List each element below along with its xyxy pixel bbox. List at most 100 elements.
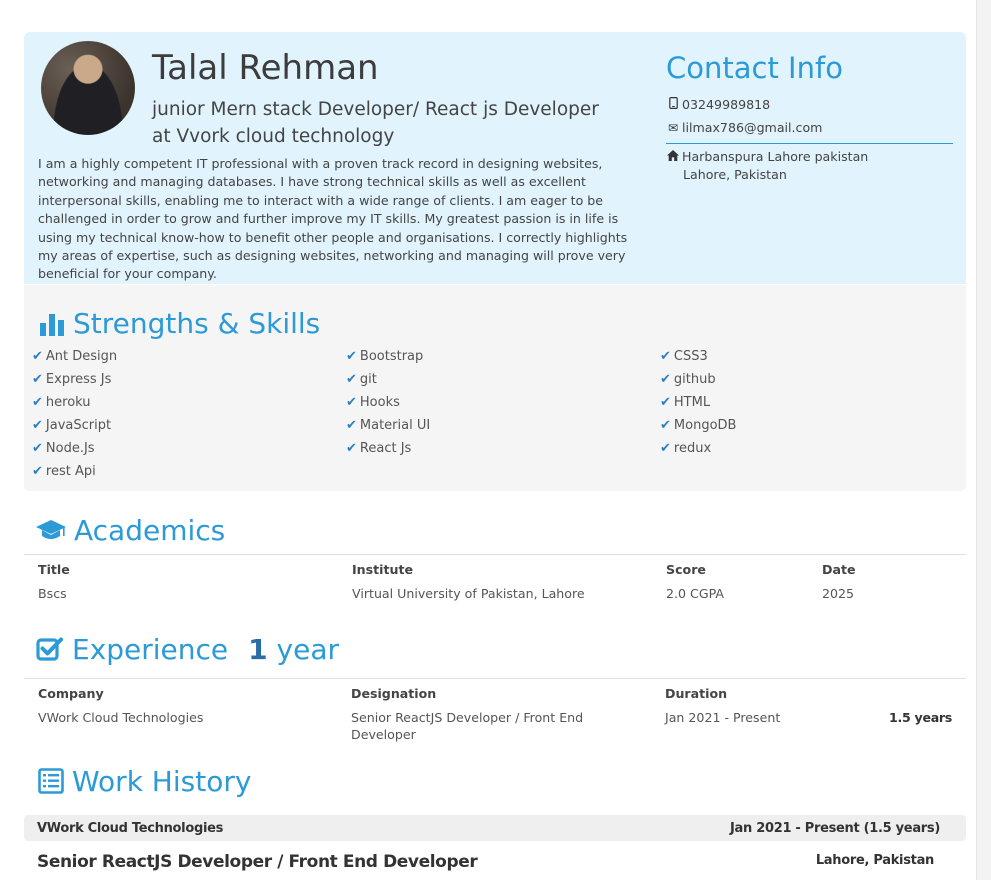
checkmark-icon: ✔ (346, 441, 357, 456)
email-text: lilmax786@gmail.com (682, 120, 823, 135)
phone-text: 03249989818 (682, 97, 771, 112)
checkmark-icon: ✔ (32, 349, 43, 364)
checkmark-icon: ✔ (660, 395, 671, 410)
profile-header: Talal Rehman junior Mern stack Developer… (24, 32, 966, 284)
checkmark-icon: ✔ (32, 464, 43, 479)
academics-heading: Academics (36, 514, 225, 550)
skill-item: ✔ github (660, 372, 716, 387)
academics-cell-score: 2.0 CGPA (666, 586, 724, 601)
skill-label: heroku (45, 395, 91, 410)
academics-cell-institute: Virtual University of Pakistan, Lahore (352, 586, 585, 601)
profile-summary: I am a highly competent IT professional … (38, 156, 628, 282)
work-history-title: Work History (72, 765, 252, 798)
checkmark-icon: ✔ (346, 349, 357, 364)
checkmark-icon: ✔ (32, 418, 43, 433)
skill-item: ✔ Ant Design (32, 349, 117, 364)
skill-item: ✔ Material UI (346, 418, 430, 433)
home-icon (666, 150, 680, 164)
work-history-company: VWork Cloud Technologies (37, 821, 224, 836)
list-icon (38, 768, 64, 801)
checkmark-icon: ✔ (660, 418, 671, 433)
skill-item: ✔ React Js (346, 441, 411, 456)
academics-title: Academics (74, 514, 226, 547)
contact-divider (666, 143, 953, 144)
phone-icon (666, 97, 680, 112)
academics-rule (24, 554, 966, 555)
skill-item: ✔ Node.Js (32, 441, 95, 456)
experience-years-text: year (276, 633, 340, 666)
skill-label: Material UI (359, 418, 431, 433)
work-history-location: Lahore, Pakistan (815, 853, 934, 868)
academics-cell-title: Bscs (38, 586, 67, 601)
skill-item: ✔ git (346, 372, 377, 387)
skill-label: Ant Design (45, 349, 118, 364)
experience-header-duration: Duration (665, 686, 728, 701)
checkmark-icon: ✔ (660, 441, 671, 456)
skill-label: JavaScript (45, 418, 112, 433)
skill-item: ✔ redux (660, 441, 711, 456)
checkmark-icon: ✔ (346, 418, 357, 433)
page-edge (976, 0, 991, 880)
skill-label: HTML (673, 395, 711, 410)
skill-label: CSS3 (673, 349, 708, 364)
profile-role: junior Mern stack Developer/ React js De… (152, 99, 599, 147)
skill-label: git (359, 372, 377, 387)
skill-label: rest Api (45, 464, 96, 479)
skill-label: Hooks (359, 395, 400, 410)
address-line2: Lahore, Pakistan (683, 167, 787, 182)
skill-label: github (673, 372, 716, 387)
envelope-icon: ✉ (667, 121, 679, 135)
skill-item: ✔ heroku (32, 395, 91, 410)
experience-cell-designation: Senior ReactJS Developer / Front End Dev… (351, 710, 584, 742)
skill-item: ✔ Hooks (346, 395, 400, 410)
experience-rule (24, 678, 966, 679)
skill-label: Express Js (45, 372, 112, 387)
skill-label: Bootstrap (359, 349, 424, 364)
experience-heading: Experience 1 year (36, 633, 339, 669)
profile-name: Talal Rehman (152, 48, 379, 88)
skills-section: Strengths & Skills ✔ Ant Design ✔ Express J… (24, 285, 966, 491)
checkmark-icon: ✔ (32, 372, 43, 387)
experience-cell-company: VWork Cloud Technologies (38, 710, 204, 725)
academics-header-score: Score (666, 562, 706, 577)
skills-heading: Strengths & Skills (39, 307, 320, 343)
checkbox-icon (36, 636, 64, 669)
avatar (41, 41, 135, 135)
academics-cell-date: 2025 (822, 586, 855, 601)
checkmark-icon: ✔ (346, 395, 357, 410)
skill-item: ✔ Express Js (32, 372, 111, 387)
work-history-role: Senior ReactJS Developer / Front End Dev… (37, 852, 478, 872)
checkmark-icon: ✔ (660, 349, 671, 364)
academics-header-title: Title (38, 562, 70, 577)
experience-title: Experience (72, 633, 229, 666)
academics-header-institute: Institute (352, 562, 414, 577)
skill-label: React Js (359, 441, 412, 456)
contact-email[interactable]: ✉ lilmax786@gmail.com (666, 120, 822, 135)
skill-item: ✔ Bootstrap (346, 349, 423, 364)
academics-header-date: Date (822, 562, 856, 577)
experience-years-number: 1 (248, 633, 268, 666)
skill-item: ✔ HTML (660, 395, 710, 410)
experience-header-designation: Designation (351, 686, 437, 701)
skills-title: Strengths & Skills (73, 307, 321, 340)
checkmark-icon: ✔ (660, 372, 671, 387)
skill-item: ✔ JavaScript (32, 418, 111, 433)
contact-address: Harbanspura Lahore pakistan (666, 149, 868, 164)
experience-header-company: Company (38, 686, 104, 701)
skill-item: ✔ rest Api (32, 464, 96, 479)
checkmark-icon: ✔ (32, 441, 43, 456)
work-history-heading: Work History (38, 765, 251, 801)
checkmark-icon: ✔ (346, 372, 357, 387)
graduation-cap-icon (36, 517, 66, 550)
work-history-dates: Jan 2021 - Present (1.5 years) (730, 821, 940, 836)
contact-title: Contact Info (666, 51, 843, 85)
work-history-bar: VWork Cloud Technologies Jan 2021 - Pres… (24, 815, 966, 841)
address-line1: Harbanspura Lahore pakistan (682, 149, 869, 164)
skill-item: ✔ CSS3 (660, 349, 708, 364)
skill-label: Node.Js (45, 441, 95, 456)
contact-phone[interactable]: 03249989818 (666, 97, 770, 112)
skill-item: ✔ MongoDB (660, 418, 736, 433)
bar-chart-icon (39, 310, 65, 343)
skill-label: redux (673, 441, 712, 456)
experience-cell-total: 1.5 years (889, 710, 952, 725)
